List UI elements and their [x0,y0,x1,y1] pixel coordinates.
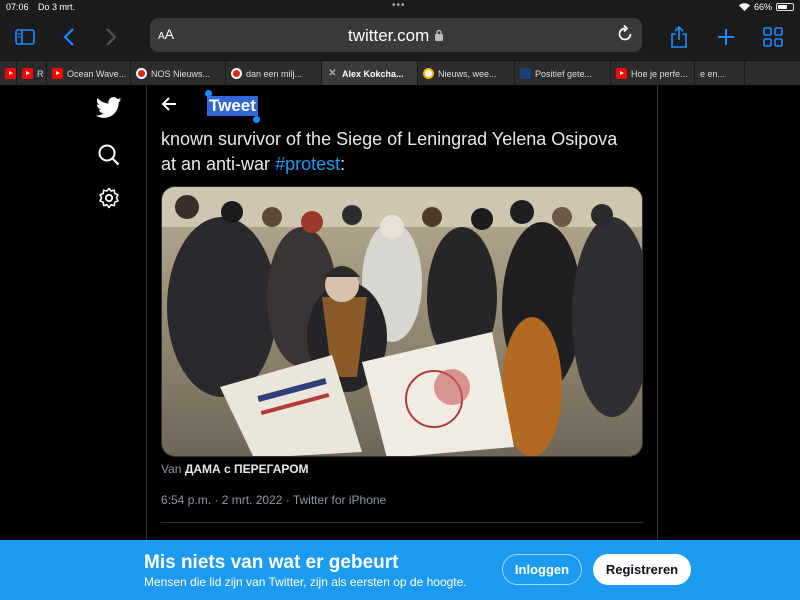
settings-gear-icon[interactable] [96,185,122,211]
address-bar[interactable]: AA twitter.com [150,18,642,52]
wifi-icon [738,3,750,11]
twitter-logo-icon[interactable] [96,95,122,121]
browser-tab[interactable]: Ocean Wave... [47,61,131,86]
tweet-column: known survivor of the Siege of Leningrad… [146,85,658,540]
youtube-icon [22,68,33,79]
new-tab-icon[interactable] [711,22,741,52]
browser-tab[interactable]: NOS Nieuws... [131,61,226,86]
multitasking-dots-icon[interactable]: ••• [392,0,406,11]
youtube-icon [616,68,627,79]
nos-icon [136,68,147,79]
browser-tab-active[interactable]: ✕ Alex Kokcha... [322,61,418,86]
tab-overview-icon[interactable] [758,22,788,52]
browser-tab[interactable]: Hoe je perfe... [611,61,695,86]
tweet-text: known survivor of the Siege of Leningrad… [161,129,618,174]
lock-icon [434,29,443,41]
url-text[interactable]: twitter.com [150,26,642,46]
youtube-icon [52,68,63,79]
youtube-icon [5,68,16,79]
sidebar-toggle-icon[interactable] [10,22,40,52]
status-right: 66% [738,2,794,12]
selection-handle-end[interactable] [253,116,260,123]
share-icon[interactable] [664,22,694,52]
explore-search-icon[interactable] [96,142,122,168]
battery-percent: 66% [753,2,772,12]
banner-subtitle: Mensen die lid zijn van Twitter, zijn al… [144,575,467,589]
video-credit: Van ДАМА с ПЕРЕГАРОМ [161,462,309,476]
credit-author-link[interactable]: ДАМА с ПЕРЕГАРОМ [185,462,309,476]
browser-tab[interactable]: Nieuws, wee... [418,61,515,86]
battery-icon [776,3,794,11]
clock: 07:06 [6,2,29,12]
browser-toolbar: AA twitter.com [0,14,800,60]
tweet-photo[interactable] [161,186,643,457]
login-button[interactable]: Inloggen [502,554,582,585]
tweet-header: Tweet [147,85,657,129]
nos-icon [231,68,242,79]
browser-tab[interactable] [0,61,17,86]
hashtag-link[interactable]: #protest [275,154,340,174]
twitter-page: known survivor of the Siege of Leningrad… [0,85,800,540]
status-bar: 07:06 Do 3 mrt. ••• 66% [0,0,800,14]
browser-tab[interactable]: dan een milj... [226,61,322,86]
tweet-timestamp[interactable]: 6:54 p.m. · 2 mrt. 2022 · Twitter for iP… [161,493,386,507]
selection-handle-start[interactable] [205,90,212,97]
browser-tab[interactable]: R [17,61,47,86]
forward-nav-icon[interactable] [96,22,126,52]
back-nav-icon[interactable] [54,22,84,52]
reload-icon[interactable] [616,24,634,49]
browser-tab[interactable]: Positief gete... [515,61,611,86]
divider [161,522,643,523]
battery-fill [778,5,788,9]
register-button[interactable]: Registreren [593,554,691,585]
page-title: Tweet [207,96,258,116]
banner-title: Mis niets van wat er gebeurt [144,552,399,573]
browser-tab[interactable]: e en... [695,61,745,86]
back-arrow-icon[interactable] [161,95,179,118]
google-icon [423,68,434,79]
signup-banner: Mis niets van wat er gebeurt Mensen die … [0,540,800,600]
date: Do 3 mrt. [38,2,76,12]
rijksoverheid-icon [520,68,531,79]
protest-photo-image [162,187,642,456]
close-tab-icon[interactable]: ✕ [327,68,338,79]
tab-strip: R Ocean Wave... NOS Nieuws... dan een mi… [0,60,800,86]
